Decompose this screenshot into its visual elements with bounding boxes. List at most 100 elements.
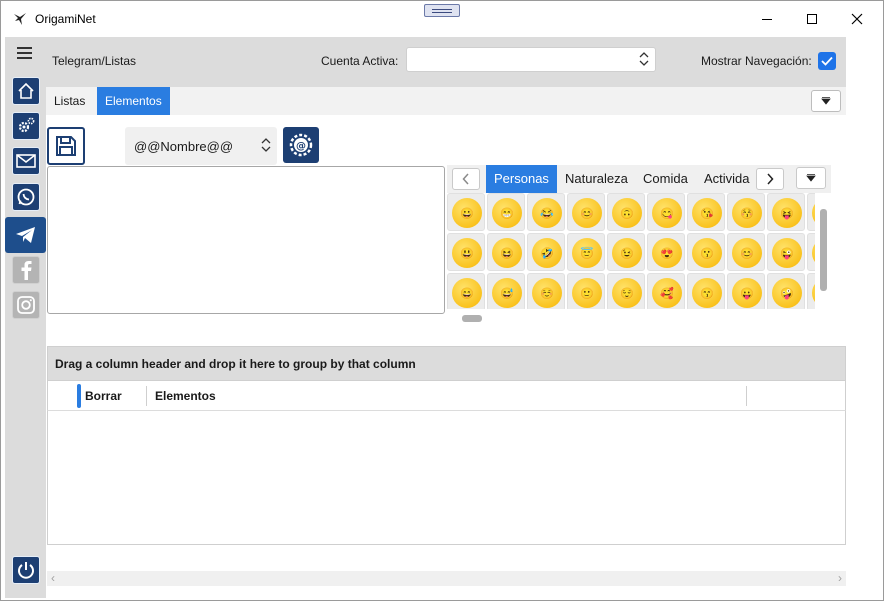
column-separator[interactable] [746,386,747,406]
minimize-button[interactable] [744,1,790,37]
updown-chevron-icon [639,52,649,66]
emoji-glyph: 😀 [452,198,482,228]
emoji-glyph: 🥰 [652,278,682,308]
mail-icon [16,154,36,168]
emoji-button[interactable]: 😂 [527,193,565,231]
message-textarea[interactable] [47,166,445,314]
emoji-button[interactable]: 😃 [447,233,485,271]
emoji-button[interactable]: 🤪 [767,273,805,309]
emoji-button[interactable]: 😄 [807,193,815,231]
sidebar-item-instagram[interactable] [12,291,40,319]
tab-listas[interactable]: Listas [46,87,93,115]
emoji-button[interactable]: 😎 [807,273,815,309]
emoji-button[interactable]: 😅 [807,233,815,271]
emoji-glyph: 😝 [772,198,802,228]
emoji-category-personas[interactable]: Personas [486,165,557,193]
emoji-glyph: 😊 [732,238,762,268]
mostrar-navegacion-checkbox[interactable] [818,52,836,70]
emoji-button[interactable]: 😁 [487,193,525,231]
scroll-right-icon[interactable]: › [838,571,842,585]
horizontal-scrollbar[interactable]: ‹ › [47,571,846,586]
maximize-button[interactable] [789,1,835,37]
column-separator[interactable] [146,386,147,406]
sidebar-item-whatsapp[interactable] [12,183,40,211]
tabs-dropdown-button[interactable] [811,90,841,112]
emoji-button[interactable]: 😗 [687,233,725,271]
tab-elementos[interactable]: Elementos [97,87,170,115]
emoji-button[interactable]: 🤣 [527,233,565,271]
emoji-button[interactable]: 😆 [487,233,525,271]
emoji-button[interactable]: 😊 [727,233,765,271]
emoji-glyph: 😆 [492,238,522,268]
emoji-glyph: 😁 [492,198,522,228]
emoji-glyph: 😛 [732,278,762,308]
emoji-button[interactable]: 😀 [447,193,485,231]
emoji-button[interactable]: 😍 [647,233,685,271]
emoji-button[interactable]: 🙃 [607,193,645,231]
emoji-button[interactable]: 😘 [687,193,725,231]
emoji-category-comida[interactable]: Comida [635,165,696,193]
emoji-button[interactable]: 😊 [567,193,605,231]
column-header-elementos[interactable]: Elementos [155,389,216,403]
emoji-button[interactable]: 🙂 [567,273,605,309]
sidebar-item-email[interactable] [12,147,40,175]
emoji-button[interactable]: ☺️ [527,273,565,309]
group-by-panel[interactable]: Drag a column header and drop it here to… [47,346,846,381]
emoji-glyph: 🙃 [612,198,642,228]
emoji-glyph: 😄 [452,278,482,308]
title-bar: OrigamiNet [1,1,883,37]
emoji-horizontal-scrollbar[interactable] [462,315,482,322]
emoji-glyph: 😅 [812,238,815,268]
group-by-hint: Drag a column header and drop it here to… [55,357,416,371]
emoji-vertical-scrollbar[interactable] [820,209,827,291]
emoji-category-dropdown-button[interactable] [796,167,826,189]
emoji-glyph: 😘 [692,198,722,228]
insert-variable-button[interactable]: @ [283,127,319,163]
emoji-button[interactable]: 😚 [727,193,765,231]
emoji-button[interactable]: 😙 [687,273,725,309]
emoji-glyph: 😚 [732,198,762,228]
emoji-glyph: 😌 [612,278,642,308]
emoji-button[interactable]: 😛 [727,273,765,309]
sidebar-item-telegram[interactable] [5,217,46,253]
maximize-icon [807,14,817,24]
scroll-left-icon[interactable]: ‹ [51,571,55,585]
emoji-glyph: 😄 [812,198,815,228]
emoji-category-actividades[interactable]: Activida [696,165,758,193]
chevron-left-icon [462,173,469,185]
emoji-button[interactable]: 😜 [767,233,805,271]
gears-icon [18,117,35,133]
emoji-category-prev-button[interactable] [452,168,480,190]
emoji-button[interactable]: 🥰 [647,273,685,309]
triangle-down-icon [806,174,816,182]
column-header-borrar[interactable]: Borrar [85,389,122,403]
column-drop-indicator [77,384,81,408]
minimize-icon [762,18,772,20]
mostrar-navegacion-label: Mostrar Navegación: [701,54,812,68]
hamburger-menu-icon[interactable] [17,47,33,61]
emoji-button[interactable]: 😋 [647,193,685,231]
emoji-category-next-button[interactable] [756,168,784,190]
emoji-button[interactable]: 😝 [767,193,805,231]
instagram-icon [17,296,35,314]
cuenta-activa-select[interactable] [406,47,656,72]
power-icon [18,562,34,579]
save-button[interactable] [47,127,85,165]
emoji-button[interactable]: 😌 [607,273,645,309]
emoji-button[interactable]: 😇 [567,233,605,271]
sidebar-item-home[interactable] [12,77,40,105]
emoji-button[interactable]: 😄 [447,273,485,309]
drag-handle[interactable] [424,4,460,17]
emoji-glyph: 🤪 [772,278,802,308]
emoji-button[interactable]: 😉 [607,233,645,271]
tab-strip: Listas Elementos [46,87,846,115]
power-button[interactable] [12,556,40,584]
emoji-category-naturaleza[interactable]: Naturaleza [557,165,636,193]
sidebar-item-facebook[interactable] [12,256,40,284]
nombre-variable-select[interactable]: @@Nombre@@ [125,127,277,165]
emoji-category-bar: Personas Naturaleza Comida Activida [447,165,831,193]
sidebar-item-settings[interactable] [12,112,40,140]
close-button[interactable] [834,1,880,37]
cuenta-activa-label: Cuenta Activa: [321,54,399,68]
emoji-button[interactable]: 😅 [487,273,525,309]
